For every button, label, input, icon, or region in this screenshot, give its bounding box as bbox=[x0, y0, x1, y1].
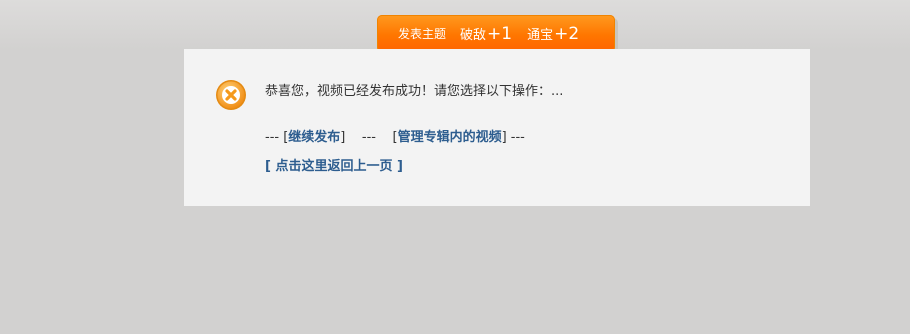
message-panel: 恭喜您，视频已经发布成功！请您选择以下操作：... --- [继续发布] ---… bbox=[184, 49, 810, 206]
reward-label: 通宝 bbox=[527, 27, 554, 43]
reward-value: +1 bbox=[487, 23, 513, 44]
reward-notification: 发表主题 破敌 +1 通宝 +2 bbox=[377, 15, 615, 52]
message-text: 恭喜您，视频已经发布成功！请您选择以下操作：... bbox=[265, 84, 564, 99]
continue-publish-link[interactable]: 继续发布 bbox=[288, 130, 340, 145]
reward-title: 发表主题 bbox=[398, 27, 447, 41]
manage-album-videos-link[interactable]: 管理专辑内的视频 bbox=[398, 130, 502, 145]
back-to-previous-link[interactable]: [ 点击这里返回上一页 ] bbox=[265, 155, 403, 174]
actions-prefix: --- [ bbox=[265, 130, 289, 145]
reward-item-tongbao: 通宝 +2 bbox=[527, 24, 579, 44]
actions-line: --- [继续发布] --- [管理专辑内的视频] --- bbox=[265, 126, 525, 145]
reward-value: +2 bbox=[554, 23, 580, 44]
reward-item-podi: 破敌 +1 bbox=[460, 24, 512, 44]
actions-suffix: ] --- bbox=[501, 130, 525, 145]
reward-label: 破敌 bbox=[460, 27, 487, 43]
actions-mid: ] --- [ bbox=[340, 130, 398, 145]
error-x-icon bbox=[216, 80, 246, 110]
